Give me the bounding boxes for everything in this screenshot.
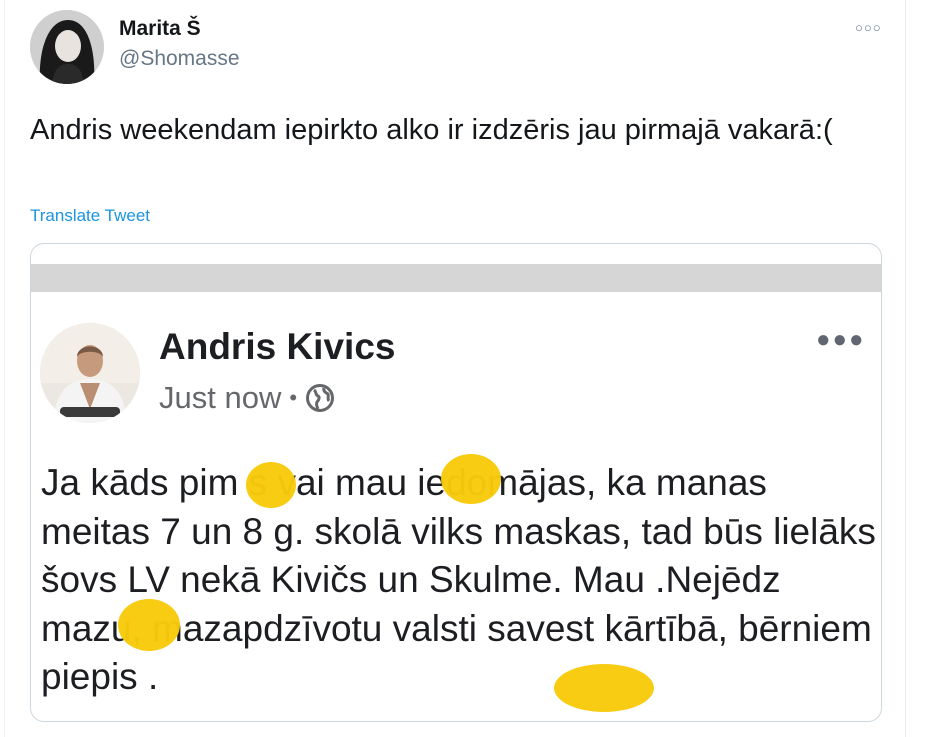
author-handle[interactable]: @Shomasse xyxy=(119,47,240,71)
redaction-mark xyxy=(118,599,180,651)
tweet-text: Andris weekendam iepirkto alko ir izdzēr… xyxy=(30,114,833,146)
redaction-mark xyxy=(554,664,654,712)
post-meta: Just now • xyxy=(159,380,335,416)
author-avatar-image xyxy=(30,10,104,84)
image-top-bar xyxy=(31,264,881,292)
left-border xyxy=(4,0,5,737)
meta-separator: • xyxy=(289,385,298,410)
post-author-avatar-image xyxy=(40,323,140,423)
author-avatar[interactable] xyxy=(30,10,104,84)
post-author-avatar xyxy=(40,323,140,423)
post-author-name: Andris Kivics xyxy=(159,326,396,367)
redaction-mark xyxy=(246,462,296,508)
redaction-mark xyxy=(441,454,501,504)
translate-tweet-link[interactable]: Translate Tweet xyxy=(30,206,150,226)
more-horizontal-icon[interactable]: ○○○ xyxy=(855,20,882,35)
globe-icon xyxy=(306,384,335,412)
right-border xyxy=(905,0,906,737)
attached-image-card[interactable]: Andris Kivics Just now • ●●● Ja kāds pim… xyxy=(30,243,882,722)
author-display-name[interactable]: Marita Š xyxy=(119,17,201,41)
post-more-icon: ●●● xyxy=(816,326,866,353)
post-timestamp: Just now xyxy=(159,380,282,415)
